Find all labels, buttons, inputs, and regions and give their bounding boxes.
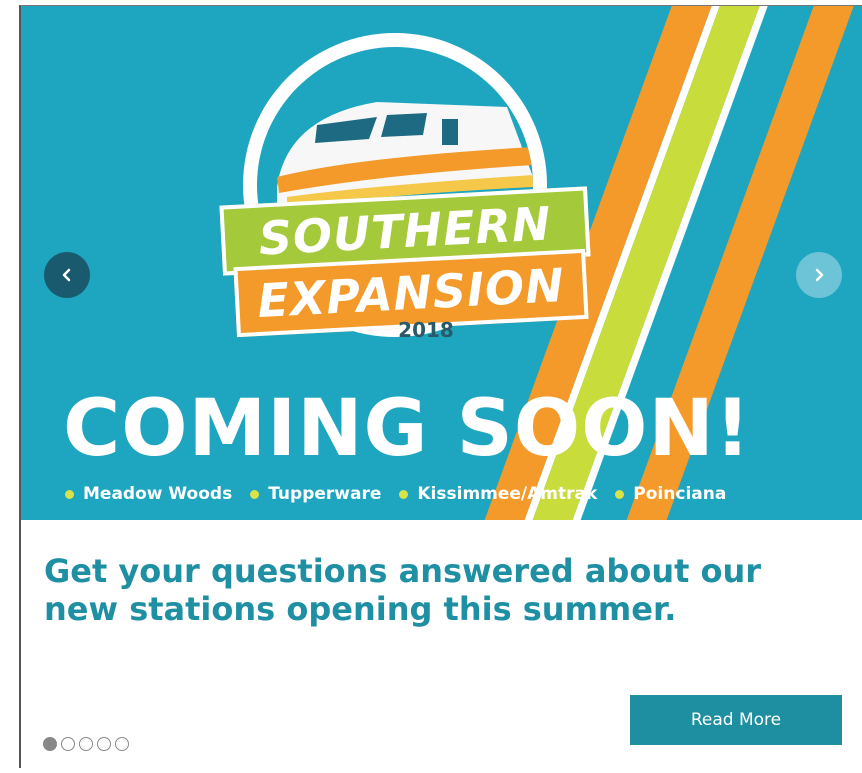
bullet-dot-icon: [615, 489, 625, 499]
slide-caption-headline: Get your questions answered about our ne…: [44, 552, 762, 628]
slide-heading: COMING SOON!: [63, 384, 752, 474]
carousel-prev-button[interactable]: [44, 252, 90, 298]
bullet-dot-icon: [65, 489, 74, 499]
station-name: Meadow Woods: [83, 484, 233, 504]
pager-dot-1[interactable]: [43, 737, 57, 751]
read-more-button[interactable]: Read More: [630, 695, 842, 745]
pager-dot-3[interactable]: [79, 737, 93, 751]
pager-dot-2[interactable]: [61, 737, 75, 751]
chevron-right-icon: [815, 268, 824, 282]
pager-dot-5[interactable]: [115, 737, 129, 751]
chevron-left-icon: [62, 268, 71, 282]
bullet-dot-icon: [250, 489, 260, 499]
station-item: Meadow Woods: [65, 484, 232, 504]
logo-year: 2018: [398, 318, 454, 342]
carousel-next-button[interactable]: [796, 252, 842, 298]
pager-dot-4[interactable]: [97, 737, 111, 751]
bullet-dot-icon: [399, 489, 409, 499]
carousel-slide: SOUTHERN EXPANSION 2018 COMING SOON! Mea…: [21, 6, 862, 520]
station-item: Poinciana: [615, 484, 726, 504]
station-name: Tupperware: [268, 484, 382, 504]
station-name: Kissimmee/Amtrak: [417, 484, 598, 504]
station-item: Kissimmee/Amtrak: [399, 484, 597, 504]
station-list: Meadow Woods Tupperware Kissimmee/Amtrak…: [65, 484, 726, 504]
carousel-pager: [43, 737, 129, 751]
station-name: Poinciana: [633, 484, 727, 504]
station-item: Tupperware: [250, 484, 381, 504]
